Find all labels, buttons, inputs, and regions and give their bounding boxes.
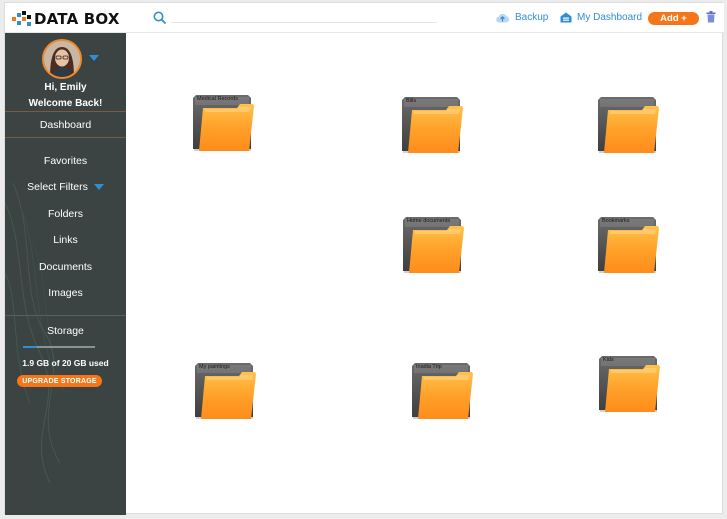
- folder-bills[interactable]: Bills: [402, 97, 464, 155]
- folder-bookmarks[interactable]: Bookmarks: [598, 217, 660, 275]
- divider: [5, 137, 126, 138]
- search-input[interactable]: [171, 22, 437, 23]
- divider: [5, 111, 126, 112]
- my-dashboard-link[interactable]: My Dashboard: [560, 12, 642, 23]
- backup-label: Backup: [515, 12, 549, 23]
- folder-medical-records[interactable]: Medical Records: [193, 95, 255, 153]
- avatar[interactable]: [42, 39, 82, 79]
- storage-progress-bar: [23, 346, 95, 348]
- folder-my-paintings[interactable]: My paintings: [195, 363, 257, 421]
- account-caret-icon[interactable]: [89, 55, 99, 61]
- folder-label: Bookmarks: [602, 218, 630, 224]
- user-photo-icon: [44, 41, 80, 77]
- folder-icon: [598, 217, 659, 273]
- folder-icon: [193, 95, 254, 151]
- top-bar: DATA BOX Backup My Dashboard Add +: [5, 3, 724, 33]
- folder-icon: [402, 97, 463, 153]
- sidebar-item-select-filters[interactable]: Select Filters: [5, 181, 126, 193]
- folder-label: Inadia Trip: [416, 364, 442, 370]
- storage-progress-fill: [23, 346, 37, 348]
- chevron-down-icon: [93, 184, 104, 191]
- folder-kids[interactable]: Kids: [599, 356, 661, 414]
- storage-title: Storage: [47, 325, 84, 337]
- add-button[interactable]: Add +: [648, 12, 699, 25]
- home-icon: [560, 12, 572, 23]
- folder-label: Kids: [603, 357, 614, 363]
- folder-label: Medical Records: [197, 96, 238, 102]
- select-filters-label: Select Filters: [27, 181, 88, 193]
- folder-icon: [195, 363, 256, 419]
- folder-inadia-trip[interactable]: Inadia Trip: [412, 363, 474, 421]
- sidebar-item-links[interactable]: Links: [5, 234, 126, 246]
- logo[interactable]: DATA BOX: [12, 10, 120, 28]
- sidebar-item-folders[interactable]: Folders: [5, 208, 126, 220]
- sidebar-item-images[interactable]: Images: [5, 287, 126, 299]
- folder-untitled[interactable]: [598, 97, 660, 155]
- divider: [5, 315, 126, 316]
- folder-icon: [599, 356, 660, 412]
- folder-icon: [403, 217, 464, 273]
- trash-icon[interactable]: [706, 11, 716, 23]
- sidebar-item-documents[interactable]: Documents: [5, 261, 126, 273]
- folder-icon: [412, 363, 473, 419]
- sidebar: Hi, Emily Welcome Back! Dashboard Favori…: [5, 33, 126, 515]
- upgrade-storage-button[interactable]: UPGRADE STORAGE: [17, 375, 102, 387]
- backup-link[interactable]: Backup: [495, 12, 548, 23]
- logo-icon: [12, 11, 32, 27]
- folder-label: Bills: [406, 98, 417, 104]
- search-bar[interactable]: [153, 11, 443, 27]
- sidebar-item-favorites[interactable]: Favorites: [5, 155, 126, 167]
- storage-used-text: 1.9 GB of 20 GB used: [22, 358, 109, 368]
- app-window: DATA BOX Backup My Dashboard Add + Hi, E…: [4, 2, 724, 515]
- my-dashboard-label: My Dashboard: [577, 12, 643, 23]
- folder-home-documents[interactable]: Home documents: [403, 217, 465, 275]
- folder-label: My paintings: [199, 364, 230, 370]
- cloud-upload-icon: [496, 13, 510, 22]
- logo-text: DATA BOX: [34, 10, 120, 28]
- folder-icon: [598, 97, 659, 153]
- greeting-text: Hi, Emily: [44, 82, 87, 93]
- folder-label: Home documents: [407, 218, 451, 224]
- search-icon[interactable]: [153, 11, 167, 25]
- welcome-text: Welcome Back!: [28, 98, 103, 109]
- sidebar-item-dashboard[interactable]: Dashboard: [5, 119, 126, 131]
